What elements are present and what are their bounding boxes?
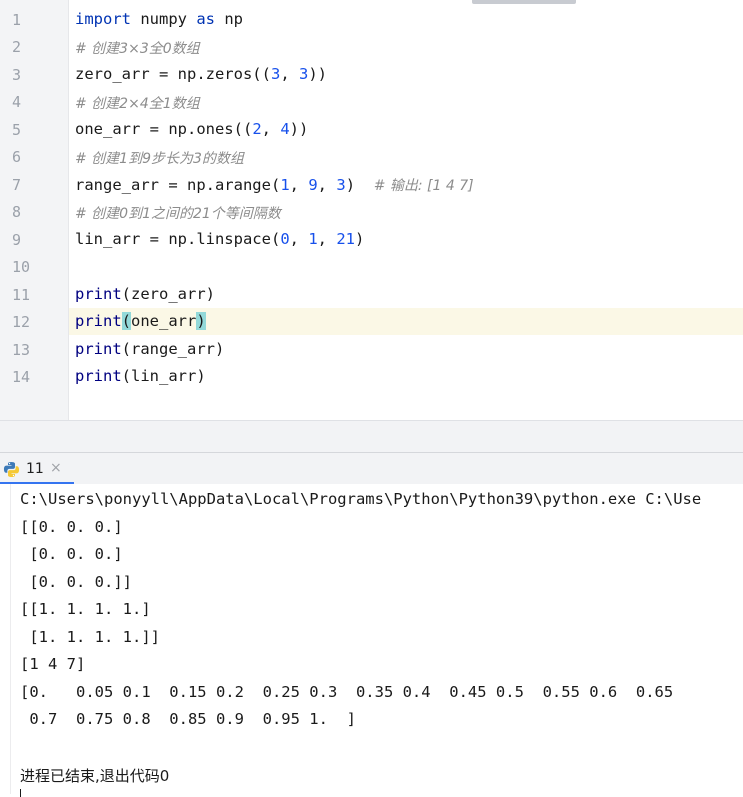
console-output-line: [0. 0. 0.] [20,545,123,563]
builtin-function: print [75,285,122,303]
horizontal-scrollbar-thumb[interactable] [472,0,576,4]
builtin-function: print [75,340,122,358]
builtin-function: print [75,312,122,330]
code-line-12[interactable]: print(one_arr) [75,312,206,330]
console-output-line: [0. 0.05 0.1 0.15 0.2 0.25 0.3 0.35 0.4 … [20,683,674,701]
code-text: np [215,10,243,28]
code-line-1[interactable]: import numpy as np [75,10,243,28]
line-number: 13 [12,341,31,359]
code-text: , [317,176,337,194]
code-line-2[interactable]: # 创建3×3全0数组 [75,38,200,58]
code-line-4[interactable]: # 创建2×4全1数组 [75,93,200,113]
run-tab-label: 11 [26,461,44,477]
comment: # 创建2×4全1数组 [75,96,200,112]
code-text: ) [345,176,374,194]
code-line-14[interactable]: print(lin_arr) [75,367,206,385]
code-text: (lin_arr) [121,367,206,385]
code-text: (zero_arr) [121,285,215,303]
run-tool-window-header: 11 × [0,452,743,485]
line-number: 8 [12,203,22,221]
number-literal: 4 [280,120,290,138]
python-icon [3,461,20,478]
code-line-5[interactable]: one_arr = np.ones((2, 4)) [75,120,308,138]
line-number: 5 [12,121,22,139]
builtin-function: print [75,367,122,385]
matched-brace: ) [196,312,206,330]
code-text: ) [355,230,365,248]
console-output-line: [0. 0. 0.]] [20,573,132,591]
line-number: 12 [12,313,31,331]
editor-bottom-bar [0,420,743,453]
number-literal: 1 [308,230,318,248]
close-icon[interactable]: × [50,460,62,476]
line-number: 4 [12,93,22,111]
code-text: )) [289,120,309,138]
line-number: 2 [12,38,22,56]
run-console[interactable]: C:\Users\ponyyll\AppData\Local\Programs\… [0,484,743,797]
console-output-line: [1 4 7] [20,655,86,673]
line-number: 6 [12,148,22,166]
code-text: , [289,176,309,194]
console-output-line: [1. 1. 1. 1.]] [20,628,160,646]
console-output-line: C:\Users\ponyyll\AppData\Local\Programs\… [20,490,702,508]
console-gutter [0,484,11,794]
code-text: range_arr = np.arange( [75,176,281,194]
code-text: )) [308,65,327,83]
comment: # 创建1到9步长为3的数组 [75,151,244,167]
code-text: , [317,230,337,248]
code-line-3[interactable]: zero_arr = np.zeros((3, 3)) [75,65,327,83]
line-number: 10 [12,258,31,276]
code-line-9[interactable]: lin_arr = np.linspace(0, 1, 21) [75,230,364,248]
keyword: import [75,10,131,28]
code-text: zero_arr = np.zeros(( [75,65,271,83]
line-number: 7 [12,176,22,194]
number-literal: 1 [280,176,290,194]
line-number: 14 [12,368,31,386]
console-output-line: 0.7 0.75 0.8 0.85 0.9 0.95 1. ] [20,710,356,728]
code-text: (range_arr) [121,340,225,358]
text-caret [20,789,21,797]
code-editor[interactable]: 1 2 3 4 5 6 7 8 9 10 11 12 13 14 import … [0,0,743,420]
line-number: 11 [12,286,31,304]
run-tab[interactable]: 11 × [0,453,74,485]
code-line-8[interactable]: # 创建0到1之间的21个等间隔数 [75,203,281,223]
console-output-line: [[0. 0. 0.] [20,518,123,536]
code-line-6[interactable]: # 创建1到9步长为3的数组 [75,148,244,168]
number-literal: 3 [298,65,309,83]
code-text: lin_arr = np.linspace( [75,230,281,248]
number-literal: 21 [336,230,356,248]
code-line-11[interactable]: print(zero_arr) [75,285,215,303]
number-literal: 3 [336,176,346,194]
number-literal: 0 [280,230,290,248]
code-text: , [280,65,299,83]
code-text: numpy [131,10,197,28]
code-text: , [261,120,281,138]
comment: # 输出: [1 4 7] [373,178,474,194]
matched-brace: ( [121,312,132,330]
comment: # 创建3×3全0数组 [75,41,200,57]
comment: # 创建0到1之间的21个等间隔数 [75,206,281,222]
process-exit-message: 进程已结束,退出代码0 [20,767,170,785]
line-number: 9 [12,231,22,249]
line-number: 3 [12,66,22,84]
code-line-7[interactable]: range_arr = np.arange(1, 9, 3) # 输出: [1 … [75,175,474,195]
code-text: one_arr = np.ones(( [75,120,253,138]
line-number: 1 [12,11,22,29]
code-text: , [289,230,309,248]
keyword: as [196,10,215,28]
number-literal: 2 [252,120,262,138]
code-text: one_arr [131,312,197,330]
number-literal: 3 [270,65,281,83]
code-line-13[interactable]: print(range_arr) [75,340,224,358]
console-output-line: [[1. 1. 1. 1.] [20,600,151,618]
line-number-gutter [0,0,69,420]
number-literal: 9 [308,176,318,194]
